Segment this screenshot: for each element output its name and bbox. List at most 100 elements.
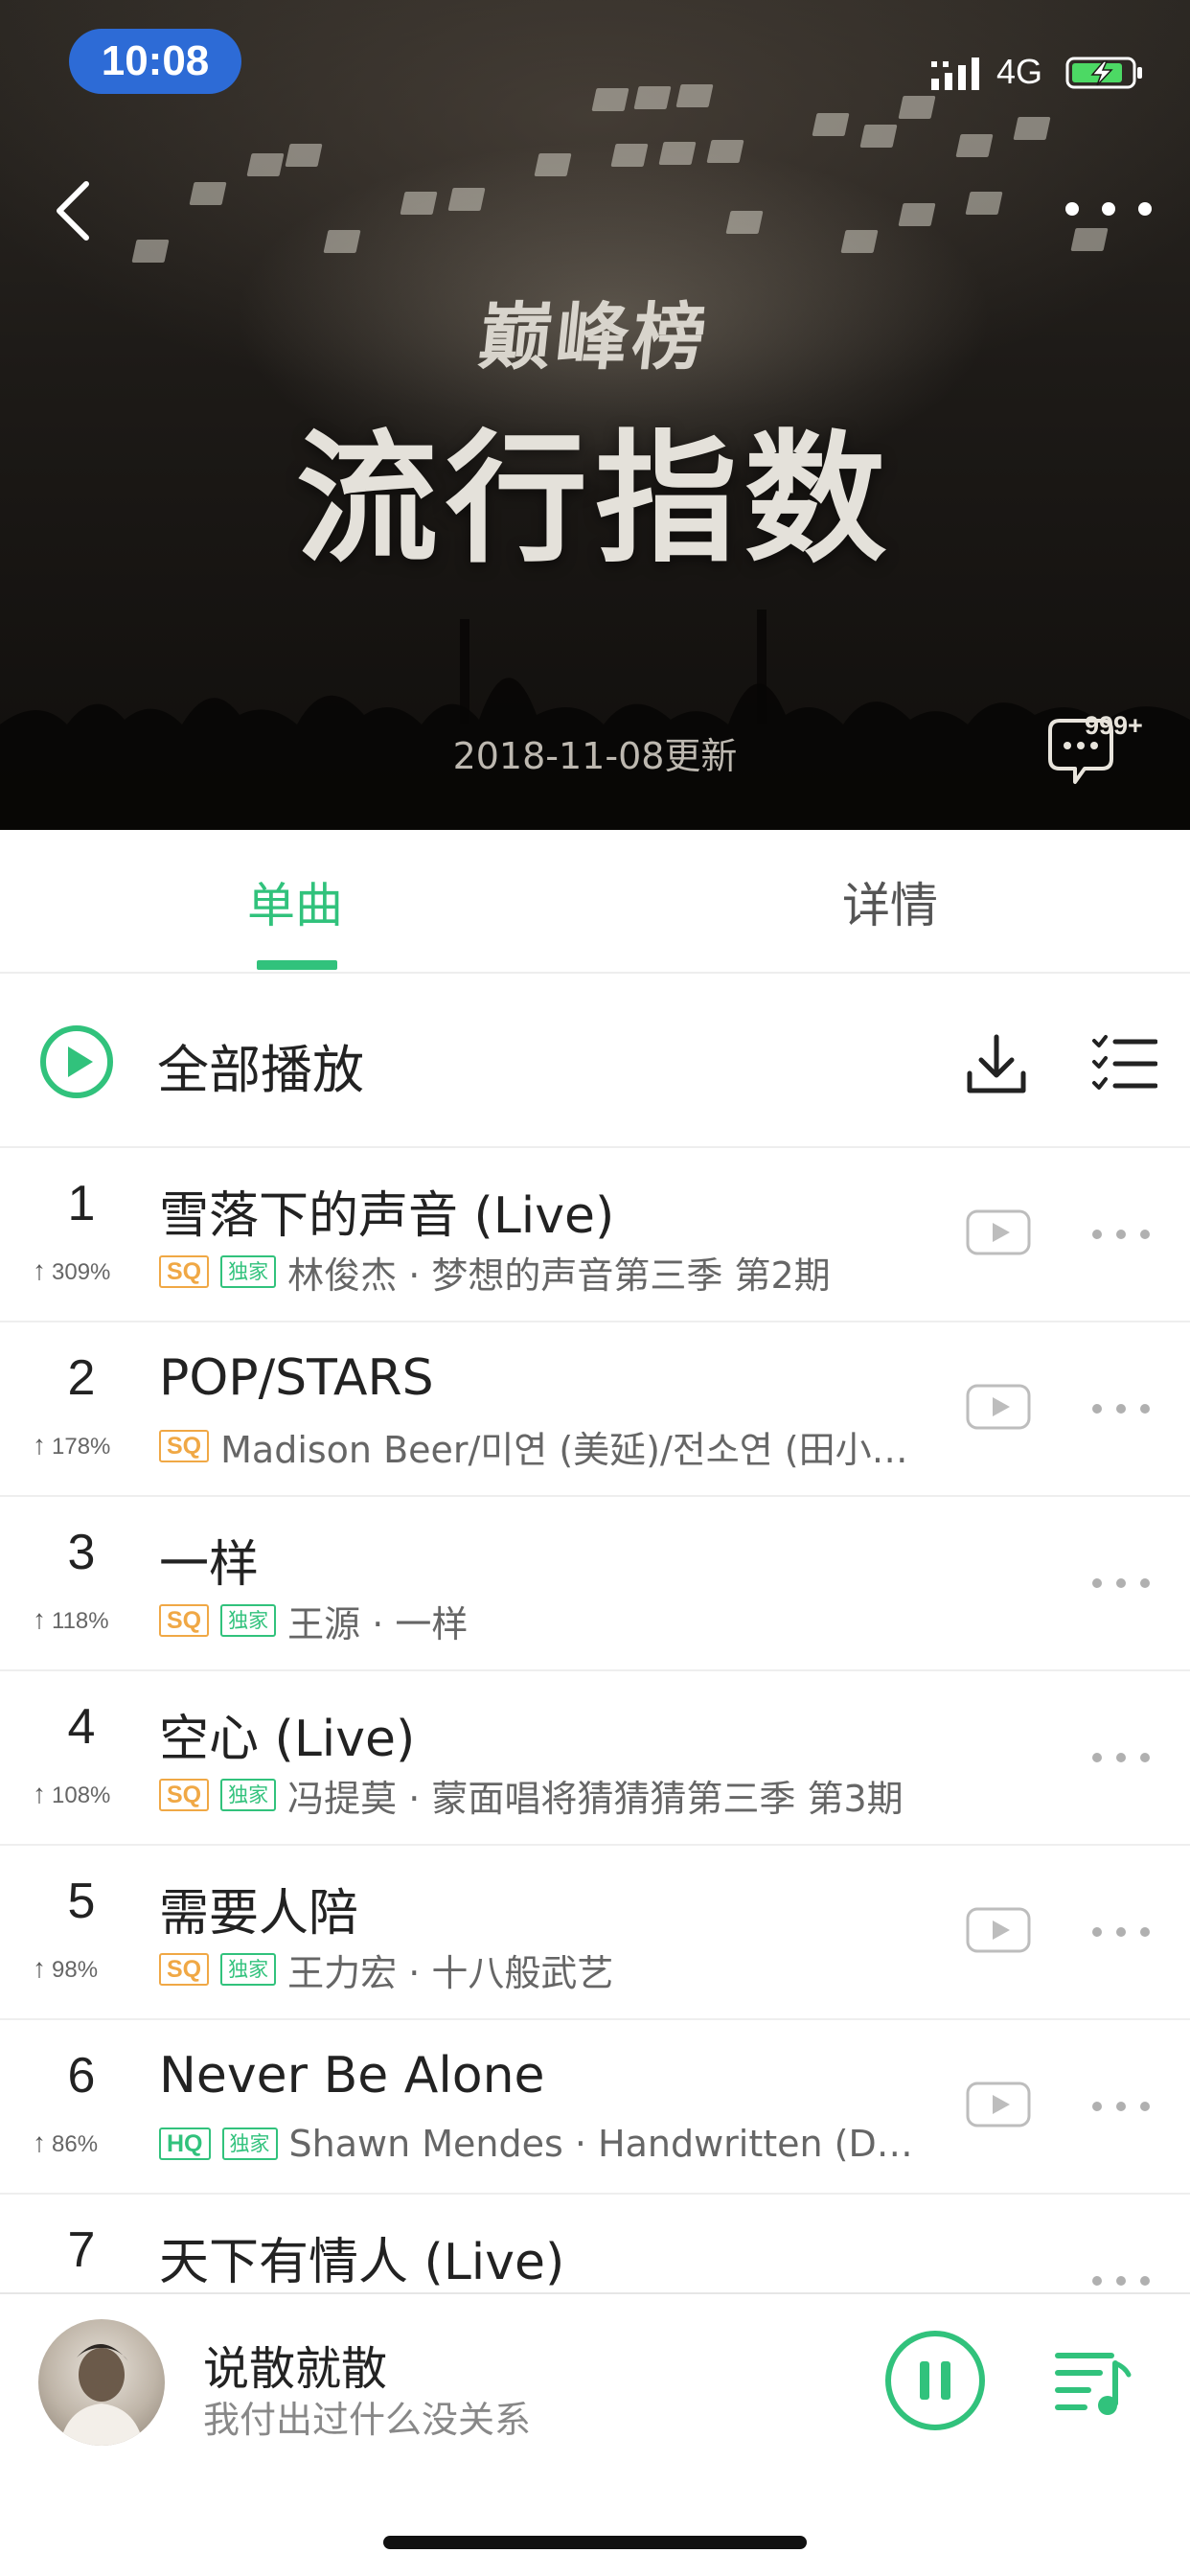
song-more-icon[interactable] xyxy=(1092,2271,1150,2290)
artist-album-text: 林俊杰 · 梦想的声音第三季 第2期 xyxy=(287,1254,831,1297)
tab-details[interactable]: 详情 xyxy=(595,830,1190,974)
song-title[interactable]: POP/STARS xyxy=(159,1349,926,1407)
trend-value: 98% xyxy=(52,1957,99,1983)
song-row[interactable]: 5 ↑ 98% 需要人陪 SQ 独家 王力宏 · 十八般武艺 xyxy=(0,1846,1190,2020)
artist-album-text: 冯提莫 · 蒙面唱将猜猜猜第三季 第3期 xyxy=(287,1777,904,1820)
song-meta: SQ 独家 林俊杰 · 梦想的声音第三季 第2期 xyxy=(159,1248,916,1296)
crowd-silhouette xyxy=(0,610,1190,830)
song-rank: 7 xyxy=(67,2222,96,2278)
song-meta: SQ 独家 冯提莫 · 蒙面唱将猜猜猜第三季 第3期 xyxy=(159,1771,916,1819)
song-meta: SQ 独家 王源 · 一样 xyxy=(159,1597,916,1644)
now-playing-title[interactable]: 说散就散 xyxy=(203,2331,387,2398)
trend-indicator: ↑ 178% xyxy=(33,1430,148,1460)
chart-header: 10:08 4G 巅峰榜 流行指数 2018-11-08更新 999+ xyxy=(0,0,1190,830)
song-rank: 4 xyxy=(67,1699,96,1755)
active-tab-indicator xyxy=(257,960,337,970)
sq-badge: SQ xyxy=(159,1430,210,1462)
sq-badge: SQ xyxy=(159,1255,210,1288)
song-title[interactable]: 需要人陪 xyxy=(159,1873,926,1944)
song-more-icon[interactable] xyxy=(1092,1574,1150,1593)
network-type: 4G xyxy=(996,52,1043,91)
song-more-icon[interactable] xyxy=(1092,1922,1150,1942)
tab-bar: 单曲 详情 xyxy=(0,830,1190,974)
list-checklist-icon[interactable] xyxy=(1092,1033,1157,1094)
sq-badge: SQ xyxy=(159,1953,210,1986)
song-title[interactable]: 空心 (Live) xyxy=(159,1698,926,1770)
battery-charging-icon xyxy=(1065,57,1142,89)
sq-badge: SQ xyxy=(159,1779,210,1811)
comment-count-badge[interactable]: 999+ xyxy=(1085,711,1143,741)
now-playing-subtitle: 我付出过什么没关系 xyxy=(203,2399,532,2441)
pause-icon[interactable] xyxy=(883,2329,987,2432)
song-row[interactable]: 1 ↑ 309% 雪落下的声音 (Live) SQ 独家 林俊杰 · 梦想的声音第… xyxy=(0,1148,1190,1322)
song-more-icon[interactable] xyxy=(1092,1748,1150,1767)
artist-album-text: Madison Beer/미연 (美延)/전소연 (田小… xyxy=(220,1428,908,1471)
song-more-icon[interactable] xyxy=(1092,1399,1150,1418)
exclusive-badge: 独家 xyxy=(220,1953,277,1986)
song-row[interactable]: 6 ↑ 86% Never Be Alone HQ 独家 Shawn Mendes… xyxy=(0,2020,1190,2195)
trend-up-arrow-icon: ↑ xyxy=(33,1255,46,1285)
trend-value: 118% xyxy=(52,1608,109,1634)
exclusive-badge: 独家 xyxy=(220,1604,277,1637)
song-meta: HQ 独家 Shawn Mendes · Handwritten (D… xyxy=(159,2120,916,2168)
song-row[interactable]: 3 ↑ 118% 一样 SQ 独家 王源 · 一样 xyxy=(0,1497,1190,1671)
trend-value: 108% xyxy=(52,1782,111,1808)
trend-up-arrow-icon: ↑ xyxy=(33,1779,46,1808)
cellular-signal-icon xyxy=(931,58,979,90)
artist-album-text: 王力宏 · 十八般武艺 xyxy=(287,1951,614,1994)
song-rank: 3 xyxy=(67,1525,96,1580)
song-rank: 1 xyxy=(67,1176,96,1231)
song-more-icon[interactable] xyxy=(1092,1225,1150,1244)
song-rank: 6 xyxy=(67,2048,96,2104)
tab-songs[interactable]: 单曲 xyxy=(0,830,595,974)
song-row[interactable]: 7 天下有情人 (Live) xyxy=(0,2195,1190,2292)
song-more-icon[interactable] xyxy=(1092,2097,1150,2116)
play-all-row[interactable]: 全部播放 xyxy=(0,976,1190,1148)
sq-badge: SQ xyxy=(159,1604,210,1637)
exclusive-badge: 独家 xyxy=(220,1255,277,1288)
more-options-icon[interactable] xyxy=(1065,188,1152,230)
trend-value: 178% xyxy=(52,1434,111,1460)
song-rank: 5 xyxy=(67,1874,96,1929)
trend-value: 309% xyxy=(52,1259,111,1285)
mv-play-icon[interactable] xyxy=(966,1384,1031,1430)
trend-value: 86% xyxy=(52,2131,99,2157)
playlist-icon[interactable] xyxy=(1052,2340,1133,2421)
trend-indicator: ↑ 108% xyxy=(33,1779,148,1809)
mv-play-icon[interactable] xyxy=(966,1907,1031,1953)
status-bar: 10:08 4G xyxy=(0,0,1190,125)
song-title[interactable]: Never Be Alone xyxy=(159,2047,926,2104)
song-title[interactable]: 一样 xyxy=(159,1524,926,1596)
mv-play-icon[interactable] xyxy=(966,2082,1031,2128)
exclusive-badge: 独家 xyxy=(221,2128,278,2160)
song-row[interactable]: 2 ↑ 178% POP/STARS SQ Madison Beer/미연 (美延… xyxy=(0,1322,1190,1497)
song-meta: SQ Madison Beer/미연 (美延)/전소연 (田小… xyxy=(159,1422,916,1470)
update-date: 2018-11-08更新 xyxy=(452,735,738,777)
download-icon[interactable] xyxy=(962,1029,1031,1098)
trend-indicator: ↑ 118% xyxy=(33,1604,148,1635)
song-title[interactable]: 雪落下的声音 (Live) xyxy=(159,1175,926,1247)
mini-player[interactable]: 说散就散 我付出过什么没关系 xyxy=(0,2292,1190,2576)
trend-up-arrow-icon: ↑ xyxy=(33,1953,46,1983)
song-title[interactable]: 天下有情人 (Live) xyxy=(159,2221,926,2292)
song-row[interactable]: 4 ↑ 108% 空心 (Live) SQ 独家 冯提莫 · 蒙面唱将猜猜猜第三季… xyxy=(0,1671,1190,1846)
song-rank: 2 xyxy=(67,1350,96,1406)
album-art[interactable] xyxy=(38,2319,165,2446)
app-screen: 10:08 4G 巅峰榜 流行指数 2018-11-08更新 999+ 单曲 详… xyxy=(0,0,1190,2576)
trend-indicator: ↑ 98% xyxy=(33,1953,148,1984)
hq-badge: HQ xyxy=(159,2128,211,2160)
exclusive-badge: 独家 xyxy=(220,1779,277,1811)
trend-indicator: ↑ 86% xyxy=(33,2128,148,2158)
back-chevron-icon[interactable] xyxy=(46,172,103,249)
play-circle-icon[interactable] xyxy=(38,1024,115,1100)
song-meta: SQ 独家 王力宏 · 十八般武艺 xyxy=(159,1945,916,1993)
album-art-portrait xyxy=(59,2343,144,2446)
mv-play-icon[interactable] xyxy=(966,1209,1031,1255)
home-indicator[interactable] xyxy=(383,2536,807,2549)
trend-up-arrow-icon: ↑ xyxy=(33,1430,46,1460)
trend-up-arrow-icon: ↑ xyxy=(33,2128,46,2157)
trend-up-arrow-icon: ↑ xyxy=(33,1604,46,1634)
song-list: 1 ↑ 309% 雪落下的声音 (Live) SQ 独家 林俊杰 · 梦想的声音第… xyxy=(0,1148,1190,2292)
chart-title: 流行指数 xyxy=(296,417,894,582)
play-all-label[interactable]: 全部播放 xyxy=(157,1027,364,1103)
